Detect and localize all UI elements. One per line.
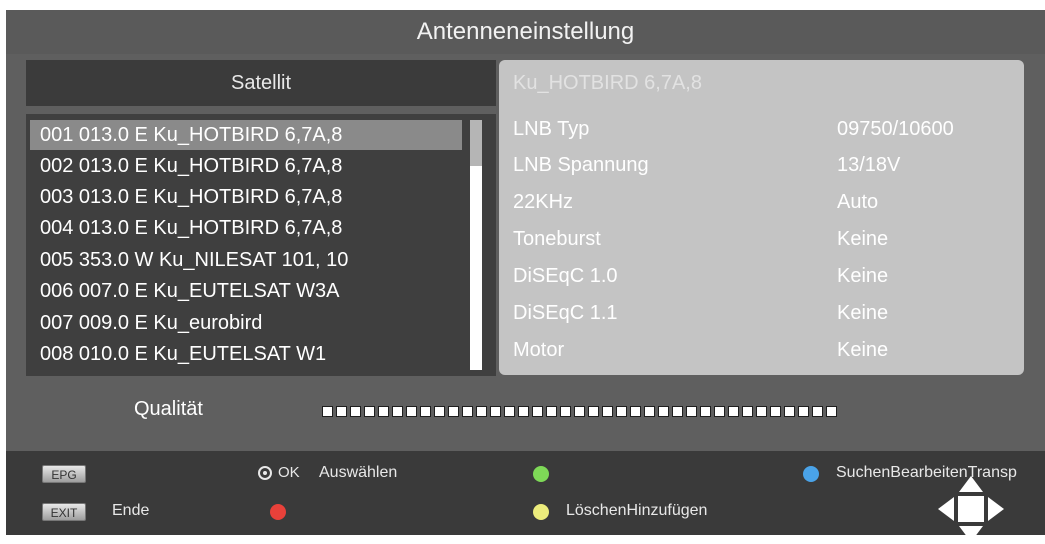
epg-key-icon[interactable]: EPG <box>42 465 86 483</box>
exit-label: Ende <box>112 502 150 519</box>
quality-segment <box>406 406 417 417</box>
quality-segment <box>756 406 767 417</box>
quality-segment <box>476 406 487 417</box>
detail-value-diseqc-1-1[interactable]: Keine <box>837 302 888 325</box>
quality-segment <box>658 406 669 417</box>
detail-value-toneburst[interactable]: Keine <box>837 228 888 251</box>
quality-label: Qualität <box>134 398 203 420</box>
red-button-icon[interactable] <box>270 504 286 520</box>
detail-value-lnb-spannung[interactable]: 13/18V <box>837 154 900 177</box>
quality-segment <box>546 406 557 417</box>
navigation-arrows-icon <box>938 476 1004 542</box>
quality-segment <box>574 406 585 417</box>
quality-segment <box>322 406 333 417</box>
satellite-row[interactable]: 004 013.0 E Ku_HOTBIRD 6,7A,8 <box>30 213 462 243</box>
satellite-list-scrollbar[interactable] <box>470 120 482 370</box>
quality-segment <box>448 406 459 417</box>
detail-label-lnb-spannung[interactable]: LNB Spannung <box>513 154 649 177</box>
satellite-row[interactable]: 007 009.0 E Ku_eurobird <box>30 308 462 338</box>
quality-segment <box>812 406 823 417</box>
scrollbar-thumb[interactable] <box>470 120 482 166</box>
quality-segment <box>826 406 837 417</box>
antenna-settings-screen: Antenneneinstellung Satellit 001 013.0 E… <box>6 10 1045 542</box>
quality-segment <box>644 406 655 417</box>
satellite-row[interactable]: 003 013.0 E Ku_HOTBIRD 6,7A,8 <box>30 182 462 212</box>
ok-key-label: OK <box>278 464 300 481</box>
quality-segment <box>742 406 753 417</box>
detail-label-22khz[interactable]: 22KHz <box>513 191 573 214</box>
quality-segment <box>378 406 389 417</box>
quality-segment <box>602 406 613 417</box>
quality-segment <box>504 406 515 417</box>
quality-segment <box>420 406 431 417</box>
quality-segment <box>784 406 795 417</box>
ok-button-icon[interactable] <box>258 466 272 480</box>
button-legend-footer: EPG EXIT Ende OK Auswählen LöschenHinzuf… <box>6 451 1045 542</box>
quality-segment <box>700 406 711 417</box>
blue-button-icon[interactable] <box>803 466 819 482</box>
quality-segment <box>532 406 543 417</box>
quality-segment <box>770 406 781 417</box>
quality-segment <box>490 406 501 417</box>
satellite-row[interactable]: 006 007.0 E Ku_EUTELSAT W3A <box>30 276 462 306</box>
quality-segment <box>462 406 473 417</box>
quality-segment <box>714 406 725 417</box>
detail-label-diseqc-1-1[interactable]: DiSEqC 1.1 <box>513 302 618 325</box>
quality-segment <box>518 406 529 417</box>
quality-segment <box>560 406 571 417</box>
ok-action-label: Auswählen <box>319 464 398 481</box>
detail-value-motor[interactable]: Keine <box>837 339 888 362</box>
detail-value-lnb-typ[interactable]: 09750/10600 <box>837 118 954 141</box>
detail-satellite-name: Ku_HOTBIRD 6,7A,8 <box>513 72 702 94</box>
yellow-button-icon[interactable] <box>533 504 549 520</box>
quality-segment <box>686 406 697 417</box>
detail-label-diseqc-1-0[interactable]: DiSEqC 1.0 <box>513 265 618 288</box>
quality-segment <box>364 406 375 417</box>
detail-label-motor[interactable]: Motor <box>513 339 564 362</box>
exit-key-icon[interactable]: EXIT <box>42 503 86 521</box>
quality-segment <box>392 406 403 417</box>
quality-segment <box>336 406 347 417</box>
quality-segment <box>588 406 599 417</box>
quality-segment <box>434 406 445 417</box>
satellite-list-header: Satellit <box>26 60 496 106</box>
quality-segment <box>728 406 739 417</box>
satellite-row[interactable]: 002 013.0 E Ku_HOTBIRD 6,7A,8 <box>30 151 462 181</box>
quality-segment <box>630 406 641 417</box>
detail-label-lnb-typ[interactable]: LNB Typ <box>513 118 589 141</box>
detail-value-diseqc-1-0[interactable]: Keine <box>837 265 888 288</box>
signal-quality-bar <box>322 406 837 418</box>
quality-segment <box>798 406 809 417</box>
satellite-detail-panel: Ku_HOTBIRD 6,7A,8 LNB Typ 09750/10600 LN… <box>499 60 1024 375</box>
satellite-row[interactable]: 008 010.0 E Ku_EUTELSAT W1 <box>30 339 462 369</box>
detail-label-toneburst[interactable]: Toneburst <box>513 228 601 251</box>
quality-segment <box>350 406 361 417</box>
green-button-icon[interactable] <box>533 466 549 482</box>
satellite-row[interactable]: 005 353.0 W Ku_NILESAT 101, 10 <box>30 245 462 275</box>
quality-segment <box>672 406 683 417</box>
detail-value-22khz[interactable]: Auto <box>837 191 878 214</box>
satellite-list[interactable]: 001 013.0 E Ku_HOTBIRD 6,7A,8 002 013.0 … <box>26 114 496 376</box>
quality-segment <box>616 406 627 417</box>
yellow-action-label: LöschenHinzufügen <box>566 502 708 519</box>
satellite-row[interactable]: 001 013.0 E Ku_HOTBIRD 6,7A,8 <box>30 120 462 150</box>
page-title: Antenneneinstellung <box>6 10 1045 54</box>
